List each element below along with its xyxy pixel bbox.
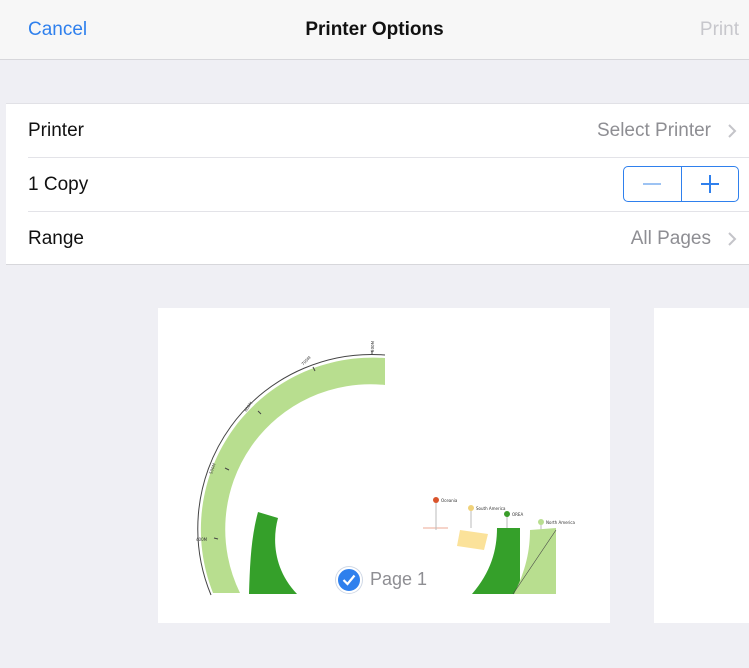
copies-row: 1 Copy [6, 158, 749, 212]
page-title: Printer Options [305, 19, 444, 40]
chart-tick-label: 800M [370, 340, 375, 352]
printer-options-list: Printer Select Printer 1 Copy Range All … [6, 103, 749, 265]
page-preview-2[interactable] [654, 308, 749, 623]
legend-marker [504, 511, 510, 517]
chart-bar-yellow [457, 530, 488, 550]
legend-marker [468, 505, 474, 511]
increment-button[interactable] [682, 167, 739, 201]
legend-label: North America [546, 520, 576, 525]
navigation-bar: Cancel Printer Options Print [0, 0, 749, 60]
chart-tick-label: 700M [300, 355, 312, 367]
chart-bar-dark [249, 512, 297, 594]
decrement-button[interactable] [624, 167, 682, 201]
legend-label: South America [476, 506, 506, 511]
legend-label: OREA [512, 512, 523, 517]
chevron-right-icon [728, 232, 737, 246]
page-preview-1[interactable]: 400M 500M 600M 700M 800M Oceania South A… [158, 308, 610, 623]
range-value: All Pages [630, 228, 711, 249]
legend-marker [433, 497, 439, 503]
chart-arc-band [200, 357, 385, 593]
range-label: Range [28, 228, 84, 249]
legend-marker [538, 519, 544, 525]
print-button[interactable]: Print [700, 19, 739, 41]
page-number-label: Page 1 [370, 569, 428, 589]
printer-row[interactable]: Printer Select Printer [6, 104, 749, 158]
minus-icon [643, 183, 662, 185]
range-row[interactable]: Range All Pages [6, 212, 749, 266]
checkmark-icon [336, 567, 362, 593]
printer-label: Printer [28, 120, 84, 141]
copies-label: 1 Copy [28, 174, 89, 195]
chevron-right-icon [728, 124, 737, 138]
printer-value: Select Printer [596, 120, 711, 141]
legend-label: Oceania [441, 498, 458, 503]
chart-tick-label: 400M [196, 537, 208, 542]
copies-stepper[interactable] [623, 166, 739, 202]
